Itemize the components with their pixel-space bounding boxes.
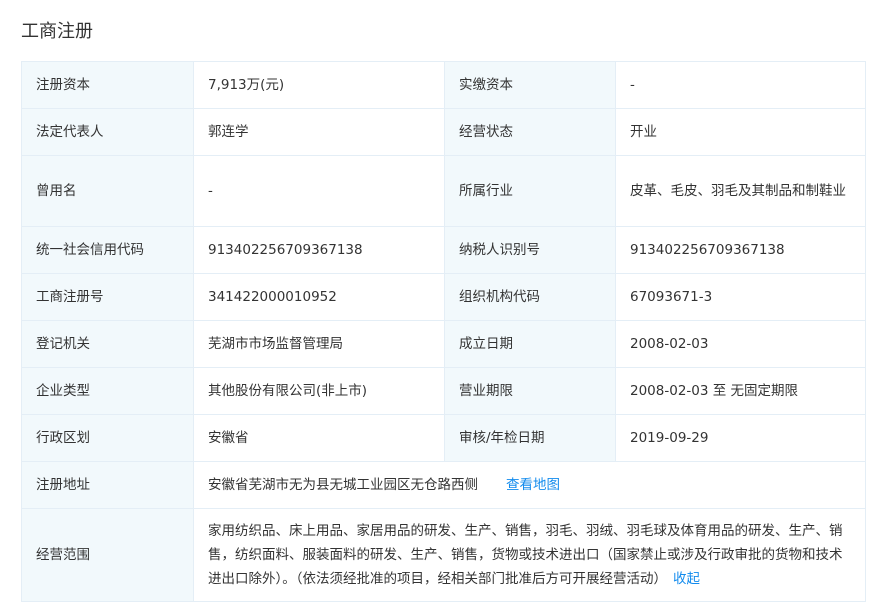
- label-inspection-date: 审核/年检日期: [444, 414, 616, 462]
- value-taxpayer-id: 913402256709367138: [615, 226, 866, 274]
- collapse-link[interactable]: 收起: [673, 571, 700, 587]
- value-operating-status: 开业: [615, 108, 866, 156]
- value-business-scope-cell: 家用纺织品、床上用品、家居用品的研发、生产、销售，羽毛、羽绒、羽毛球及体育用品的…: [193, 508, 866, 602]
- value-inspection-date: 2019-09-29: [615, 414, 866, 462]
- table-row: 法定代表人 郭连学 经营状态 开业: [21, 108, 866, 156]
- business-registration-panel: 工商注册 注册资本 7,913万(元) 实缴资本 - 法定代表人 郭连学 经营状…: [0, 0, 871, 611]
- label-registration-number: 工商注册号: [21, 273, 194, 321]
- value-business-scope: 家用纺织品、床上用品、家居用品的研发、生产、销售，羽毛、羽绒、羽毛球及体育用品的…: [208, 523, 843, 587]
- label-business-term: 营业期限: [444, 367, 616, 415]
- label-paid-in-capital: 实缴资本: [444, 61, 616, 109]
- label-legal-representative: 法定代表人: [21, 108, 194, 156]
- registration-table: 注册资本 7,913万(元) 实缴资本 - 法定代表人 郭连学 经营状态 开业 …: [21, 61, 866, 602]
- value-registered-address-cell: 安徽省芜湖市无为县无城工业园区无仓路西侧 查看地图: [193, 461, 866, 509]
- value-registered-capital: 7,913万(元): [193, 61, 445, 109]
- section-title: 工商注册: [21, 21, 93, 42]
- value-registration-authority: 芜湖市市场监督管理局: [193, 320, 445, 368]
- label-industry: 所属行业: [444, 155, 616, 227]
- label-operating-status: 经营状态: [444, 108, 616, 156]
- value-paid-in-capital: -: [615, 61, 866, 109]
- view-map-link[interactable]: 查看地图: [506, 477, 560, 493]
- label-administrative-region: 行政区划: [21, 414, 194, 462]
- table-row: 工商注册号 341422000010952 组织机构代码 67093671-3: [21, 273, 866, 321]
- label-establishment-date: 成立日期: [444, 320, 616, 368]
- label-registration-authority: 登记机关: [21, 320, 194, 368]
- table-row: 曾用名 - 所属行业 皮革、毛皮、羽毛及其制品和制鞋业: [21, 155, 866, 227]
- value-legal-representative: 郭连学: [193, 108, 445, 156]
- value-registration-number: 341422000010952: [193, 273, 445, 321]
- label-organization-code: 组织机构代码: [444, 273, 616, 321]
- label-credit-code: 统一社会信用代码: [21, 226, 194, 274]
- table-row: 登记机关 芜湖市市场监督管理局 成立日期 2008-02-03: [21, 320, 866, 368]
- table-row: 统一社会信用代码 91340225670936713​8 纳税人识别号 9134…: [21, 226, 866, 274]
- value-credit-code: 91340225670936713​8: [193, 226, 445, 274]
- value-industry: 皮革、毛皮、羽毛及其制品和制鞋业: [615, 155, 866, 227]
- label-taxpayer-id: 纳税人识别号: [444, 226, 616, 274]
- value-business-term: 2008-02-03 至 无固定期限: [615, 367, 866, 415]
- table-row: 注册资本 7,913万(元) 实缴资本 -: [21, 61, 866, 109]
- label-business-scope: 经营范围: [21, 508, 194, 602]
- value-administrative-region: 安徽省: [193, 414, 445, 462]
- table-row: 经营范围 家用纺织品、床上用品、家居用品的研发、生产、销售，羽毛、羽绒、羽毛球及…: [21, 508, 866, 602]
- value-organization-code: 67093671-3: [615, 273, 866, 321]
- table-row: 行政区划 安徽省 审核/年检日期 2019-09-29: [21, 414, 866, 462]
- value-establishment-date: 2008-02-03: [615, 320, 866, 368]
- table-row: 企业类型 其他股份有限公司(非上市) 营业期限 2008-02-03 至 无固定…: [21, 367, 866, 415]
- table-row: 注册地址 安徽省芜湖市无为县无城工业园区无仓路西侧 查看地图: [21, 461, 866, 509]
- label-registered-address: 注册地址: [21, 461, 194, 509]
- value-registered-address: 安徽省芜湖市无为县无城工业园区无仓路西侧: [208, 477, 478, 493]
- label-former-name: 曾用名: [21, 155, 194, 227]
- value-company-type: 其他股份有限公司(非上市): [193, 367, 445, 415]
- value-former-name: -: [193, 155, 445, 227]
- label-company-type: 企业类型: [21, 367, 194, 415]
- label-registered-capital: 注册资本: [21, 61, 194, 109]
